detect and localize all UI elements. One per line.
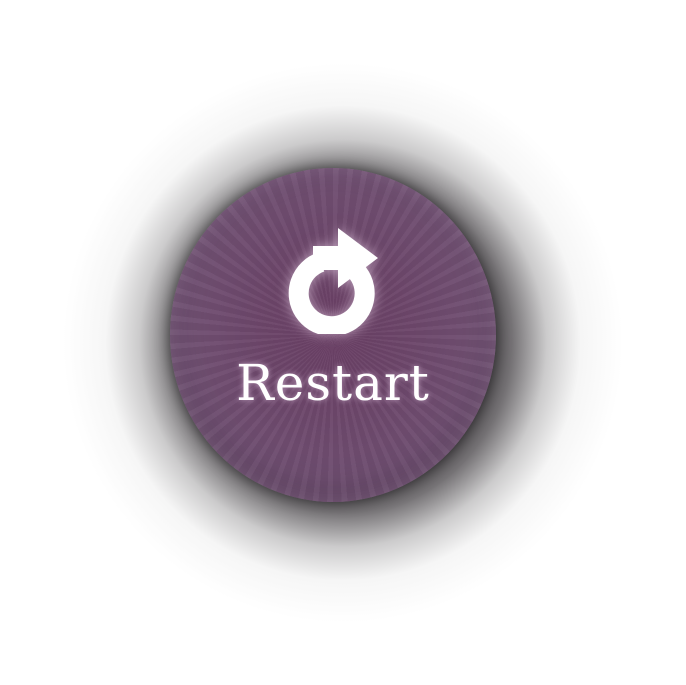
restart-label: Restart: [236, 354, 430, 412]
game-screen: Restart: [0, 0, 686, 685]
restart-arrow-icon: [288, 228, 378, 334]
restart-button[interactable]: Restart: [170, 168, 496, 502]
